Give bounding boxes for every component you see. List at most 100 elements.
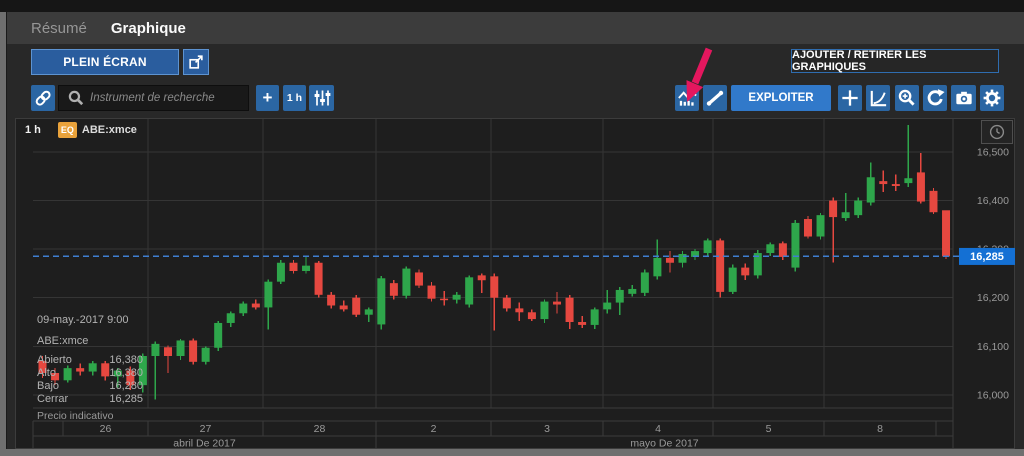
candle-body — [842, 212, 850, 218]
exploiter-button[interactable]: EXPLOITER — [731, 85, 831, 111]
candle-body — [791, 223, 799, 268]
equity-type-badge: EQ — [58, 122, 77, 138]
line-chart-icon — [676, 87, 698, 109]
refresh-icon — [924, 87, 946, 109]
crosshair-icon — [839, 87, 861, 109]
candle-body — [302, 266, 310, 271]
candle-body — [566, 298, 574, 322]
candle-body — [578, 322, 586, 325]
add-remove-charts-button[interactable]: AJOUTER / RETIRER LES GRAPHIQUES — [791, 49, 999, 73]
y-axis-label: 16,100 — [977, 341, 1009, 353]
search-icon — [66, 88, 86, 108]
candle-body — [465, 277, 473, 304]
candle-body — [453, 295, 461, 300]
x-axis-day-label: 3 — [544, 423, 550, 435]
candlestick-chart[interactable]: 16,50016,40016,30016,20016,10016,00016,2… — [15, 118, 1015, 449]
gear-icon — [981, 87, 1003, 109]
candle-body — [478, 275, 486, 280]
candle-body — [402, 269, 410, 296]
candle-body — [879, 181, 887, 184]
x-axis-day-label: 28 — [314, 423, 326, 435]
candle-body — [490, 276, 498, 297]
legend-symbol: ABE:xmce — [82, 124, 137, 136]
trading-app-panel: Résumé Graphique PLEIN ÉCRAN AJOUTER / R… — [6, 12, 1024, 449]
candle-body — [591, 309, 599, 325]
refresh-button[interactable] — [923, 85, 947, 111]
link-charts-button[interactable] — [31, 85, 55, 111]
candle-body — [189, 340, 197, 361]
candle-body — [440, 299, 448, 301]
x-axis-day-label: 5 — [766, 423, 772, 435]
candle-body — [942, 210, 950, 256]
tab-resume[interactable]: Résumé — [31, 20, 87, 37]
candle-body — [428, 286, 436, 299]
crosshair-button[interactable] — [838, 85, 862, 111]
add-instrument-button[interactable]: + — [256, 85, 279, 111]
open-in-new-window-button[interactable] — [183, 49, 209, 75]
y-axis-label: 16,000 — [977, 389, 1009, 401]
open-value: 16,380 — [109, 354, 143, 366]
indicator-settings-button[interactable] — [309, 85, 334, 111]
snapshot-button[interactable] — [951, 85, 976, 111]
y-axis-label: 16,500 — [977, 147, 1009, 159]
candle-body — [277, 263, 285, 282]
candle-body — [904, 178, 912, 183]
open-label: Abierto — [37, 354, 72, 366]
x-axis-day-label: 2 — [431, 423, 437, 435]
clock-icon — [988, 123, 1006, 141]
candle-body — [390, 283, 398, 296]
ohlc-tooltip: 09-may.-2017 9:00 ABE:xmce Abierto 16,38… — [37, 314, 143, 406]
candle-body — [678, 254, 686, 263]
instrument-search-box — [58, 85, 249, 111]
tab-graphique[interactable]: Graphique — [111, 20, 186, 37]
candle-body — [214, 323, 222, 348]
low-value: 16,280 — [109, 380, 143, 392]
candle-body — [653, 258, 661, 276]
session-clock-button[interactable] — [981, 120, 1013, 144]
candle-body — [829, 201, 837, 218]
chart-type-button[interactable] — [675, 85, 699, 111]
x-axis-month-label: mayo De 2017 — [630, 438, 698, 450]
legend-interval: 1 h — [25, 124, 41, 136]
interval-label: 1 h — [287, 92, 302, 104]
candle-body — [804, 219, 812, 236]
candle-body — [867, 177, 875, 202]
tooltip-symbol: ABE:xmce — [37, 335, 143, 347]
zoom-in-icon — [896, 87, 918, 109]
candle-body — [177, 340, 185, 356]
tooltip-row-close: Cerrar 16,285 — [37, 393, 143, 405]
candle-body — [227, 313, 235, 323]
sliders-icon — [310, 86, 334, 110]
candle-body — [854, 201, 862, 216]
drawing-tool-button[interactable] — [703, 85, 727, 111]
chart-outer-border — [16, 119, 1015, 449]
x-axis-day-label: 27 — [200, 423, 212, 435]
candle-body — [202, 348, 210, 362]
camera-icon — [953, 87, 975, 109]
high-value: 16,380 — [109, 367, 143, 379]
candle-body — [666, 258, 674, 263]
candle-body — [929, 191, 937, 212]
candle-body — [289, 263, 297, 271]
candle-body — [779, 243, 787, 257]
tooltip-row-open: Abierto 16,380 — [37, 354, 143, 366]
interval-button[interactable]: 1 h — [283, 85, 306, 111]
candle-body — [327, 295, 335, 306]
x-axis-day-label: 26 — [100, 423, 112, 435]
candle-body — [264, 282, 272, 308]
settings-button[interactable] — [980, 85, 1004, 111]
candle-body — [365, 309, 373, 314]
candle-body — [641, 272, 649, 292]
tooltip-date: 09-may.-2017 9:00 — [37, 314, 143, 326]
candle-body — [741, 268, 749, 276]
close-value: 16,285 — [109, 393, 143, 405]
candle-body — [729, 268, 737, 292]
fullscreen-button[interactable]: PLEIN ÉCRAN — [31, 49, 179, 75]
candle-body — [553, 302, 561, 305]
search-input[interactable] — [90, 92, 240, 104]
last-price-badge-text: 16,285 — [970, 251, 1004, 263]
low-label: Bajo — [37, 380, 59, 392]
scale-button[interactable] — [866, 85, 890, 111]
candle-body — [616, 290, 624, 303]
zoom-in-button[interactable] — [895, 85, 919, 111]
